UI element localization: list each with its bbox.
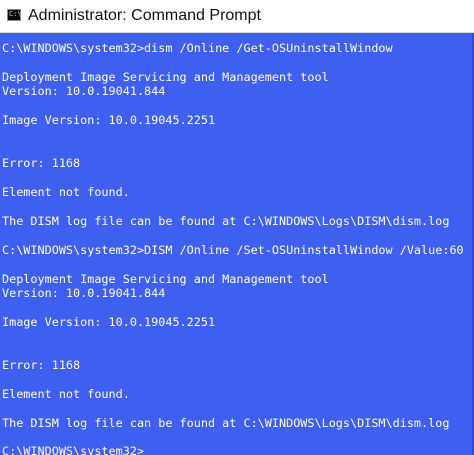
console-line-error-2: Error: 1168 (2, 358, 81, 372)
console-line-not-found-2: Element not found. (2, 387, 130, 401)
console-line-not-found-1: Element not found. (2, 185, 130, 199)
console-line-version-1: Version: 10.0.19041.844 (2, 84, 166, 98)
console-line-image-version-2: Image Version: 10.0.19045.2251 (2, 315, 216, 329)
console-line-log-path-2: The DISM log file can be found at C:\WIN… (2, 416, 450, 430)
window-title: Administrator: Command Prompt (28, 7, 261, 24)
console-line-command-1: C:\WINDOWS\system32>dism /Online /Get-OS… (2, 41, 393, 55)
console-line-tool-name-2: Deployment Image Servicing and Managemen… (2, 272, 329, 286)
console-line-log-path-1: The DISM log file can be found at C:\WIN… (2, 214, 450, 228)
console-line-image-version-1: Image Version: 10.0.19045.2251 (2, 113, 216, 127)
cmd-icon: C:\ (7, 9, 22, 21)
console-line-command-2: C:\WINDOWS\system32>DISM /Online /Set-OS… (2, 243, 464, 257)
console-line-version-2: Version: 10.0.19041.844 (2, 286, 166, 300)
console-line-error-1: Error: 1168 (2, 156, 81, 170)
command-prompt-window: C:\ Administrator: Command Prompt C:\WIN… (0, 0, 474, 455)
console-output[interactable]: C:\WINDOWS\system32>dism /Online /Get-OS… (0, 33, 474, 455)
console-line-tool-name-1: Deployment Image Servicing and Managemen… (2, 70, 329, 84)
title-bar[interactable]: C:\ Administrator: Command Prompt (0, 0, 474, 33)
console-prompt[interactable]: C:\WINDOWS\system32> (2, 444, 144, 455)
